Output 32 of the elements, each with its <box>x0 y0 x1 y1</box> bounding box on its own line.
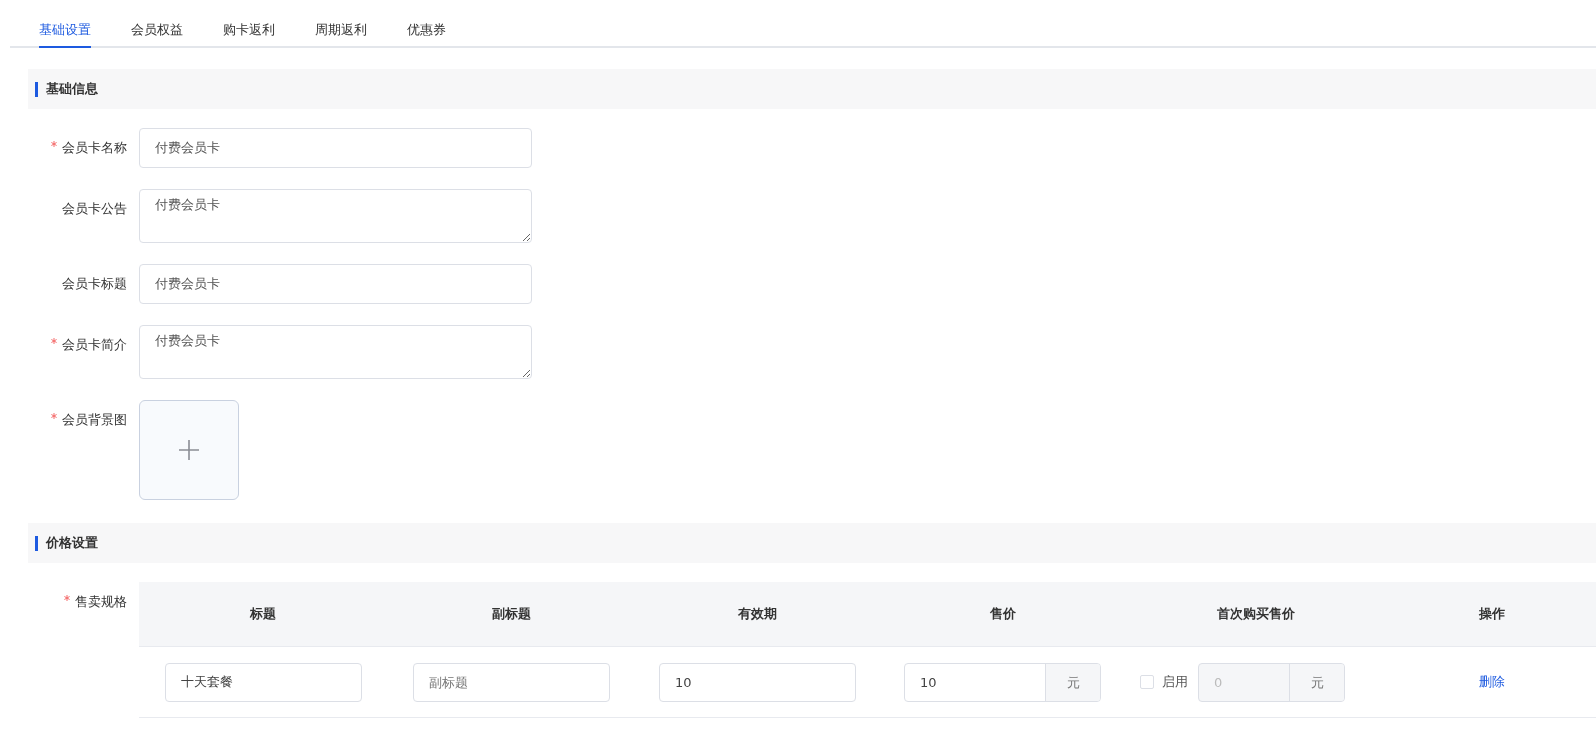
column-header: 有效期 <box>738 606 777 621</box>
field-label: 会员背景图 <box>62 412 127 427</box>
tab[interactable]: 购卡返利 <box>223 0 275 48</box>
textarea-field[interactable]: 付费会员卡 <box>139 325 532 379</box>
tab[interactable]: 优惠券 <box>407 0 446 48</box>
column-header: 副标题 <box>491 606 531 621</box>
section-title: 基础信息 <box>46 80 98 98</box>
column-header: 售价 <box>989 606 1016 621</box>
input-field[interactable]: 付费会员卡 <box>139 264 532 304</box>
column-header: 操作 <box>1478 606 1505 621</box>
field-label: 会员卡标题 <box>62 276 127 291</box>
price-input[interactable]: 10 元 <box>904 662 1101 702</box>
validity-input[interactable]: 10 <box>659 662 856 702</box>
delete-link[interactable]: 删除 <box>1478 673 1505 691</box>
first-price-input[interactable]: 0 元 <box>1198 662 1345 702</box>
field-label: 会员卡名称 <box>62 140 127 155</box>
plus-icon <box>179 440 199 460</box>
field-label: 售卖规格 <box>75 594 127 609</box>
input-field[interactable]: 付费会员卡 <box>139 128 532 168</box>
column-header: 首次购买售价 <box>1217 606 1295 621</box>
textarea-field[interactable]: 付费会员卡 <box>139 189 532 243</box>
field-label: 会员卡公告 <box>62 201 127 216</box>
title-input[interactable]: 十天套餐 <box>164 662 362 702</box>
image-upload-button[interactable] <box>139 400 239 500</box>
tab[interactable]: 基础设置 <box>39 0 91 48</box>
field-label: 会员卡简介 <box>62 337 127 352</box>
subtitle-input[interactable]: 副标题 <box>412 662 610 702</box>
tab[interactable]: 会员权益 <box>131 0 183 48</box>
section-title: 价格设置 <box>46 534 98 552</box>
column-header: 标题 <box>250 606 276 621</box>
tab[interactable]: 周期返利 <box>315 0 367 48</box>
enable-checkbox[interactable]: 启用 <box>1140 673 1188 691</box>
